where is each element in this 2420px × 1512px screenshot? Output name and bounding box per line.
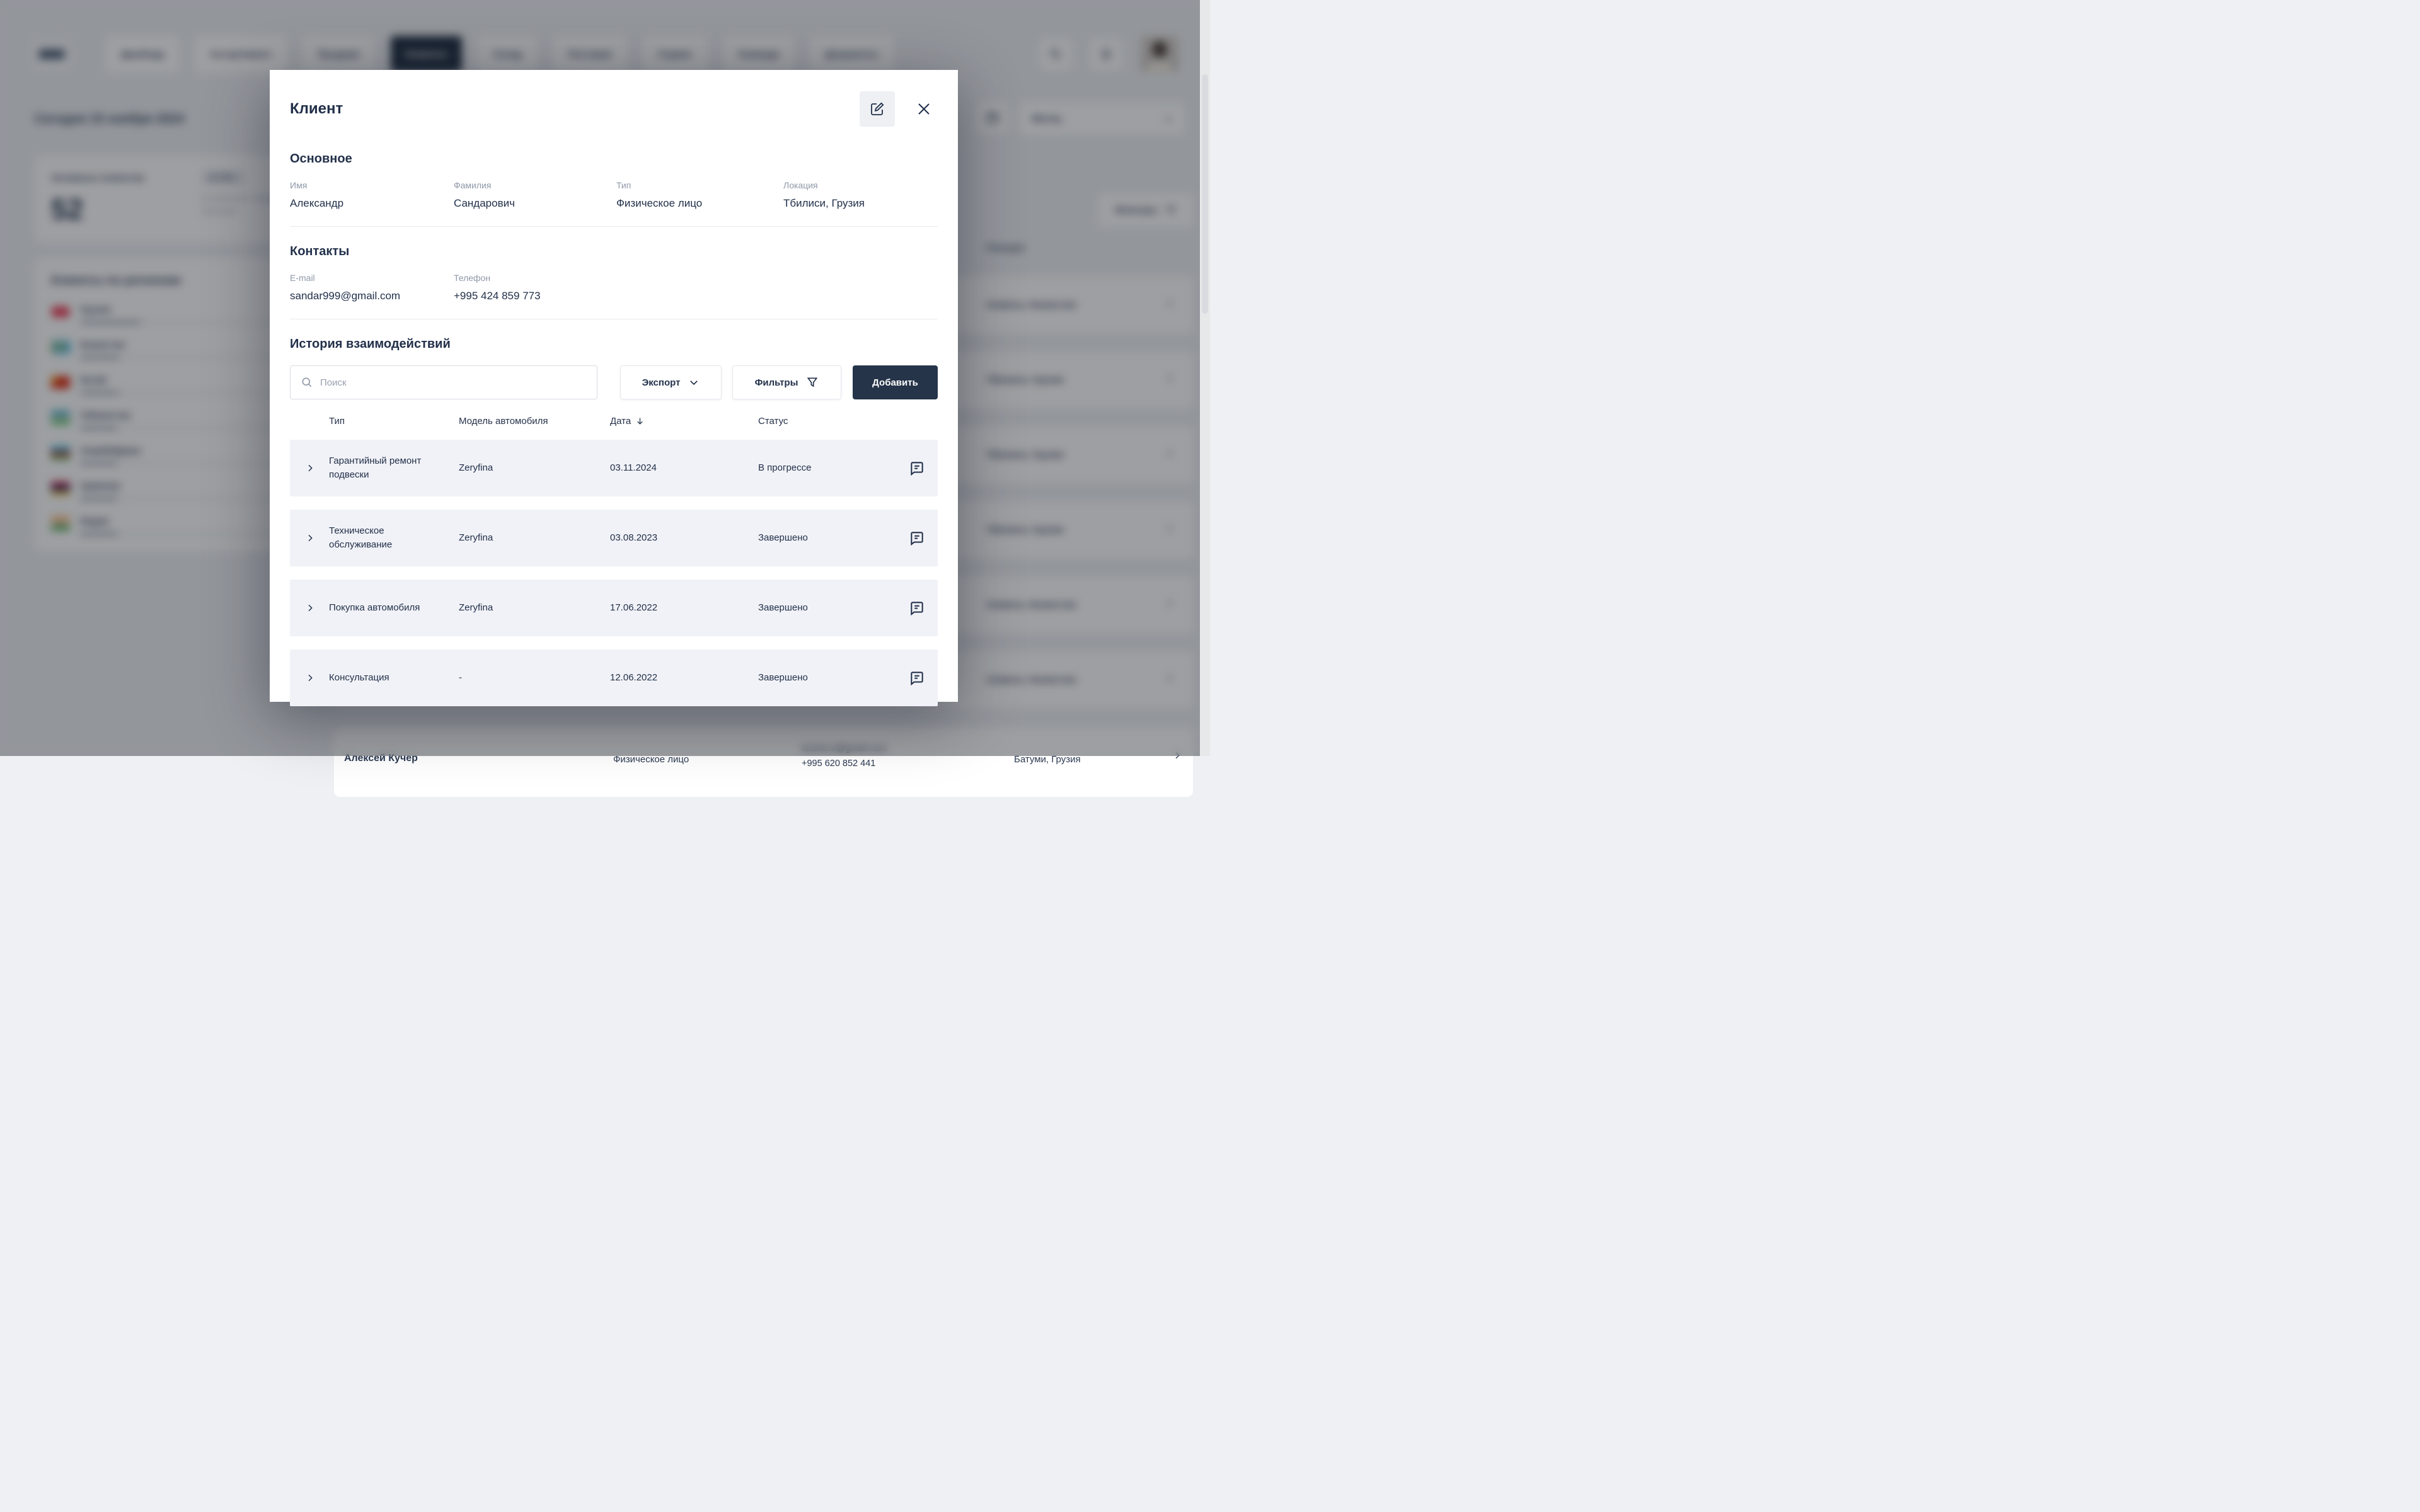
- contact-fields: E-mail sandar999@gmail.com Телефон +995 …: [290, 273, 938, 302]
- field-value: Тбилиси, Грузия: [783, 197, 938, 210]
- client-modal: Клиент Основное Имя Александр Фамилия Са…: [270, 70, 958, 702]
- chevron-right-icon: [305, 603, 315, 613]
- field-label: Фамилия: [454, 180, 616, 190]
- car-model: -: [459, 671, 610, 685]
- field-label: E-mail: [290, 273, 454, 283]
- comment-icon: [909, 600, 925, 616]
- field-label: Тип: [616, 180, 783, 190]
- modal-title: Клиент: [290, 100, 343, 118]
- history-row[interactable]: Покупка автомобиля Zeryfina 17.06.2022 З…: [290, 580, 938, 636]
- column-header[interactable]: Тип: [329, 416, 459, 427]
- column-header-label: Статус: [758, 416, 788, 427]
- column-header-label: Тип: [329, 416, 345, 427]
- interaction-date: 12.06.2022: [610, 671, 758, 685]
- section-title-history: История взаимодействий: [290, 337, 938, 352]
- history-table-header: Тип Модель автомобиля Дата Статус: [290, 416, 938, 427]
- interaction-type: Консультация: [329, 671, 459, 685]
- close-icon: [916, 101, 931, 117]
- comment-icon: [909, 670, 925, 686]
- interaction-date: 03.08.2023: [610, 531, 758, 545]
- close-modal-button[interactable]: [910, 95, 938, 123]
- column-header[interactable]: Модель автомобиля: [459, 416, 610, 427]
- comment-icon: [909, 530, 925, 546]
- filter-funnel-icon: [806, 376, 819, 389]
- history-row[interactable]: Консультация - 12.06.2022 Завершено: [290, 650, 938, 706]
- history-search[interactable]: [290, 365, 597, 399]
- history-toolbar: Экспорт Фильтры Добавить: [290, 365, 938, 399]
- client-phone: +995 620 852 441: [802, 757, 887, 772]
- field: Тип Физическое лицо: [616, 180, 783, 210]
- section-divider: [290, 226, 938, 227]
- car-model: Zeryfina: [459, 531, 610, 545]
- interaction-status: Завершено: [758, 531, 897, 545]
- scrollbar-thumb[interactable]: [1202, 74, 1208, 314]
- section-title-contacts: Контакты: [290, 244, 938, 259]
- interaction-type: Гарантийный ремонт подвески: [329, 454, 459, 482]
- expand-row-button[interactable]: [305, 603, 329, 613]
- modal-header: Клиент: [290, 91, 938, 127]
- expand-row-button[interactable]: [305, 533, 329, 543]
- interaction-type: Техническое обслуживание: [329, 524, 459, 552]
- comment-icon: [909, 460, 925, 476]
- comment-button[interactable]: [897, 460, 925, 476]
- sort-descending-icon[interactable]: [635, 416, 645, 426]
- comment-button[interactable]: [897, 530, 925, 546]
- field-value: sandar999@gmail.com: [290, 290, 454, 302]
- export-label: Экспорт: [642, 377, 681, 388]
- section-title-main: Основное: [290, 152, 938, 166]
- edit-client-button[interactable]: [860, 91, 895, 127]
- export-button[interactable]: Экспорт: [620, 365, 722, 399]
- chevron-down-icon: [688, 377, 700, 388]
- interaction-date: 17.06.2022: [610, 601, 758, 615]
- interaction-status: Завершено: [758, 601, 897, 615]
- field: Фамилия Сандарович: [454, 180, 616, 210]
- add-interaction-button[interactable]: Добавить: [853, 365, 938, 399]
- car-model: Zeryfina: [459, 461, 610, 475]
- interaction-type: Покупка автомобиля: [329, 601, 459, 615]
- history-row[interactable]: Техническое обслуживание Zeryfina 03.08.…: [290, 510, 938, 566]
- column-header[interactable]: Статус: [758, 416, 897, 427]
- field-label: Телефон: [454, 273, 938, 283]
- chevron-right-icon: [305, 463, 315, 473]
- field-label: Локация: [783, 180, 938, 190]
- main-fields: Имя Александр Фамилия Сандарович Тип Физ…: [290, 180, 938, 210]
- column-header[interactable]: Дата: [610, 416, 758, 427]
- field: Локация Тбилиси, Грузия: [783, 180, 938, 210]
- comment-button[interactable]: [897, 600, 925, 616]
- car-model: Zeryfina: [459, 601, 610, 615]
- add-label: Добавить: [872, 377, 918, 388]
- history-search-input[interactable]: [320, 377, 587, 388]
- field-value: Сандарович: [454, 197, 616, 210]
- chevron-right-icon: [305, 533, 315, 543]
- field-value: Физическое лицо: [616, 197, 783, 210]
- interaction-date: 03.11.2024: [610, 461, 758, 475]
- history-filters-button[interactable]: Фильтры: [732, 365, 841, 399]
- chevron-right-icon: [305, 673, 315, 683]
- interaction-status: Завершено: [758, 671, 897, 685]
- interaction-status: В прогрессе: [758, 461, 897, 475]
- comment-button[interactable]: [897, 670, 925, 686]
- column-header-label: Модель автомобиля: [459, 416, 548, 427]
- page-scrollbar[interactable]: [1200, 0, 1210, 756]
- history-table-body: Гарантийный ремонт подвески Zeryfina 03.…: [290, 440, 938, 706]
- filters-label: Фильтры: [755, 377, 798, 388]
- field-value: +995 424 859 773: [454, 290, 938, 302]
- history-row[interactable]: Гарантийный ремонт подвески Zeryfina 03.…: [290, 440, 938, 496]
- field: E-mail sandar999@gmail.com: [290, 273, 454, 302]
- edit-pencil-icon: [870, 101, 885, 117]
- field: Телефон +995 424 859 773: [454, 273, 938, 302]
- expand-row-button[interactable]: [305, 463, 329, 473]
- column-header-label: Дата: [610, 416, 631, 427]
- expand-row-button[interactable]: [305, 673, 329, 683]
- field-label: Имя: [290, 180, 454, 190]
- search-icon: [301, 376, 313, 389]
- field: Имя Александр: [290, 180, 454, 210]
- field-value: Александр: [290, 197, 454, 210]
